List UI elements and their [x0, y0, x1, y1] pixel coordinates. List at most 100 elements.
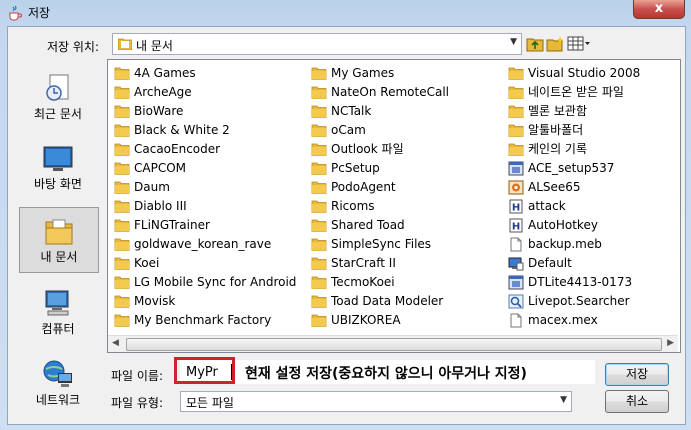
folder-item[interactable]: CacaoEncoder — [114, 140, 310, 159]
folder-icon — [114, 180, 130, 195]
folder-item[interactable]: Koei — [114, 254, 310, 273]
file-name-label: 파일 이름: — [111, 369, 164, 383]
folder-item[interactable]: Visual Studio 2008 — [508, 64, 691, 83]
file-type-combo[interactable]: 모든 파일 ▼ — [180, 391, 572, 412]
folder-icon — [114, 123, 130, 138]
file-list[interactable]: 4A Games ArcheAge BioWare Black & White 2 Ca… — [107, 59, 681, 353]
folder-item[interactable]: Ricoms — [311, 197, 507, 216]
folder-item[interactable]: UBIZKOREA — [311, 311, 507, 330]
folder-item[interactable]: 멜론 보관함 — [508, 102, 691, 121]
folder-item[interactable]: oCam — [311, 121, 507, 140]
folder-item[interactable]: Black & White 2 — [114, 121, 310, 140]
folder-item[interactable]: NateOn RemoteCall — [311, 83, 507, 102]
file-item[interactable]: ALSee65 — [508, 178, 691, 197]
item-label: Toad Data Modeler — [331, 294, 444, 308]
folder-item[interactable]: Toad Data Modeler — [311, 292, 507, 311]
place-desktop[interactable]: 바탕 화면 — [13, 135, 103, 199]
folder-item[interactable]: NCTalk — [311, 102, 507, 121]
rdp-file-icon — [508, 256, 524, 271]
folder-item[interactable]: LG Mobile Sync for Android — [114, 273, 310, 292]
file-type-value: 모든 파일 — [186, 396, 234, 410]
folder-item[interactable]: Daum — [114, 178, 310, 197]
file-item[interactable]: Default — [508, 254, 691, 273]
folder-item[interactable]: 4A Games — [114, 64, 310, 83]
file-item[interactable]: backup.meb — [508, 235, 691, 254]
folder-item[interactable]: FLiNGTrainer — [114, 216, 310, 235]
item-label: 알툴바폴더 — [528, 123, 584, 137]
folder-item[interactable]: TecmoKoei — [311, 273, 507, 292]
folder-item[interactable]: My Games — [311, 64, 507, 83]
folder-icon — [114, 199, 130, 214]
up-folder-icon[interactable] — [526, 35, 544, 52]
folder-item[interactable]: 케인의 기록 — [508, 140, 691, 159]
folder-item[interactable]: CAPCOM — [114, 159, 310, 178]
file-item[interactable]: DTLite4413-0173 — [508, 273, 691, 292]
view-menu-icon[interactable] — [567, 35, 591, 52]
item-label: My Benchmark Factory — [134, 313, 272, 327]
file-item[interactable]: H AutoHotkey — [508, 216, 691, 235]
folder-item[interactable]: PcSetup — [311, 159, 507, 178]
place-label: 내 문서 — [40, 250, 78, 264]
new-folder-icon[interactable] — [546, 35, 564, 52]
item-label: TecmoKoei — [331, 275, 395, 289]
folder-icon — [508, 104, 524, 119]
folder-item[interactable]: SimpleSync Files — [311, 235, 507, 254]
folder-item[interactable]: Diablo III — [114, 197, 310, 216]
folder-item[interactable]: My Benchmark Factory — [114, 311, 310, 330]
file-item[interactable]: macex.mex — [508, 311, 691, 330]
horizontal-scrollbar[interactable]: ◀ ▶ — [108, 335, 678, 352]
file-item[interactable]: Livepot.Searcher — [508, 292, 691, 311]
folder-icon — [114, 218, 130, 233]
folder-icon — [508, 66, 524, 81]
item-label: Default — [528, 256, 572, 270]
folder-item[interactable]: StarCraft II — [311, 254, 507, 273]
item-label: My Games — [331, 66, 395, 80]
item-label: StarCraft II — [331, 256, 396, 270]
scrollbar-thumb[interactable] — [126, 338, 662, 351]
item-label: PcSetup — [331, 161, 380, 175]
item-label: Ricoms — [331, 199, 375, 213]
item-label: ArcheAge — [134, 85, 192, 99]
java-cup-icon — [9, 5, 22, 21]
svg-text:H: H — [512, 203, 520, 214]
place-computer[interactable]: 컴퓨터 — [13, 280, 103, 344]
file-file-icon — [508, 313, 524, 328]
folder-item[interactable]: ArcheAge — [114, 83, 310, 102]
folder-item[interactable]: Movisk — [114, 292, 310, 311]
folder-icon — [114, 142, 130, 157]
item-label: NateOn RemoteCall — [331, 85, 449, 99]
svg-text:H: H — [512, 222, 520, 233]
folder-item[interactable]: PodoAgent — [311, 178, 507, 197]
scroll-left-icon[interactable]: ◀ — [112, 338, 119, 348]
save-button[interactable]: 저장 — [605, 363, 669, 386]
file-item[interactable]: Hattack — [508, 197, 691, 216]
save-location-value: 내 문서 — [136, 39, 173, 53]
folder-item[interactable]: 알툴바폴더 — [508, 121, 691, 140]
save-location-combo[interactable]: 내 문서 ▼ — [112, 33, 522, 55]
place-recent-documents[interactable]: 최근 문서 — [13, 65, 103, 129]
file-item[interactable]: ACE_setup537 — [508, 159, 691, 178]
folder-item[interactable]: goldwave_korean_rave — [114, 235, 310, 254]
cancel-button[interactable]: 취소 — [605, 390, 669, 413]
app-file-icon — [508, 294, 524, 309]
folder-item[interactable]: 네이트온 받은 파일 — [508, 83, 691, 102]
place-my-documents[interactable]: 내 문서 — [19, 207, 99, 273]
folder-icon — [311, 237, 327, 252]
chevron-down-icon: ▼ — [510, 37, 517, 47]
item-label: 케인의 기록 — [528, 142, 588, 156]
folder-item[interactable]: Outlook 파일 — [311, 140, 507, 159]
item-label: LG Mobile Sync for Android — [134, 275, 297, 289]
folder-item[interactable]: Shared Toad — [311, 216, 507, 235]
place-network[interactable]: 네트워크 — [13, 351, 103, 415]
scroll-right-icon[interactable]: ▶ — [667, 338, 674, 348]
place-label: 최근 문서 — [34, 107, 82, 121]
folder-item[interactable]: BioWare — [114, 102, 310, 121]
item-label: Daum — [134, 180, 170, 194]
file-file-icon — [508, 237, 524, 252]
item-label: 네이트온 받은 파일 — [528, 85, 624, 99]
exe-file-icon — [508, 161, 524, 176]
item-label: PodoAgent — [331, 180, 396, 194]
exe-file-icon — [508, 275, 524, 290]
script-file-icon: H — [508, 218, 524, 233]
close-button[interactable]: x — [633, 0, 685, 19]
